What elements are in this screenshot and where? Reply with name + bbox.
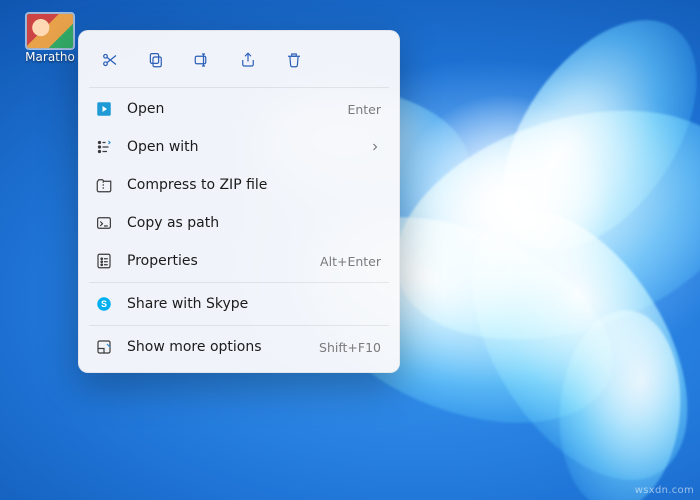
desktop-file-label: Maratho <box>25 50 75 64</box>
menu-item-compress-zip[interactable]: Compress to ZIP file <box>85 166 393 204</box>
cut-button[interactable] <box>91 43 129 77</box>
menu-item-open-with[interactable]: Open with <box>85 128 393 166</box>
rename-icon <box>192 51 212 69</box>
menu-item-accelerator: Enter <box>347 102 381 117</box>
video-thumbnail-icon <box>27 14 73 48</box>
properties-icon <box>95 252 113 270</box>
copy-icon <box>147 51 165 69</box>
watermark-text: wsxdn.com <box>635 485 694 496</box>
menu-item-properties[interactable]: Properties Alt+Enter <box>85 242 393 280</box>
menu-separator <box>89 87 389 88</box>
show-more-icon <box>95 338 113 356</box>
menu-item-accelerator: Shift+F10 <box>319 340 381 355</box>
open-with-icon <box>95 138 113 156</box>
menu-item-label: Open with <box>127 139 355 155</box>
copy-as-path-icon <box>95 214 113 232</box>
menu-item-label: Show more options <box>127 339 305 355</box>
menu-item-label: Open <box>127 101 333 117</box>
menu-item-open[interactable]: Open Enter <box>85 90 393 128</box>
context-menu: Open Enter Open with Compress to ZIP fil… <box>78 30 400 373</box>
skype-icon: S <box>95 295 113 313</box>
chevron-right-icon <box>369 141 381 153</box>
menu-item-copy-as-path[interactable]: Copy as path <box>85 204 393 242</box>
menu-separator <box>89 282 389 283</box>
desktop-file-icon[interactable]: Maratho <box>18 14 82 64</box>
zip-icon <box>95 176 113 194</box>
menu-item-label: Share with Skype <box>127 296 381 312</box>
menu-item-accelerator: Alt+Enter <box>320 254 381 269</box>
delete-button[interactable] <box>275 43 313 77</box>
open-icon <box>95 100 113 118</box>
quick-actions-row <box>85 37 393 85</box>
rename-button[interactable] <box>183 43 221 77</box>
share-icon <box>239 51 257 69</box>
svg-text:S: S <box>101 299 107 309</box>
menu-item-label: Compress to ZIP file <box>127 177 381 193</box>
copy-button[interactable] <box>137 43 175 77</box>
menu-item-label: Properties <box>127 253 306 269</box>
menu-item-label: Copy as path <box>127 215 381 231</box>
menu-separator <box>89 325 389 326</box>
scissors-icon <box>101 51 119 69</box>
menu-item-share-skype[interactable]: S Share with Skype <box>85 285 393 323</box>
menu-item-show-more-options[interactable]: Show more options Shift+F10 <box>85 328 393 366</box>
share-button[interactable] <box>229 43 267 77</box>
trash-icon <box>285 51 303 69</box>
